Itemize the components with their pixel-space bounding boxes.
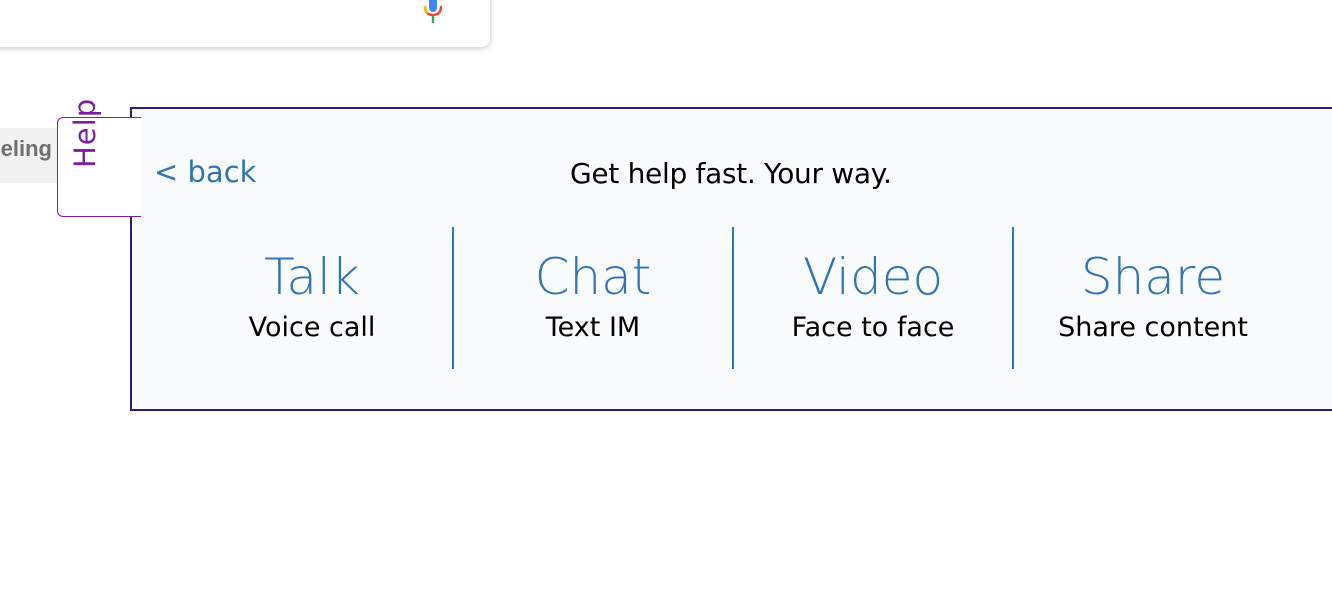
back-link[interactable]: < back — [154, 155, 256, 189]
option-subtitle: Voice call — [248, 312, 376, 343]
option-subtitle: Text IM — [545, 312, 641, 343]
option-talk[interactable]: Talk Voice call — [172, 227, 452, 369]
option-title: Talk — [264, 248, 360, 306]
help-panel: < back Get help fast. Your way. Talk Voi… — [130, 107, 1332, 411]
option-title: Share — [1080, 248, 1226, 306]
option-title: Chat — [534, 248, 652, 306]
partial-button[interactable]: eling — [0, 128, 60, 183]
option-subtitle: Share content — [1058, 312, 1248, 343]
panel-title: Get help fast. Your way. — [570, 157, 892, 190]
contact-options: Talk Voice call Chat Text IM Video Face … — [172, 227, 1292, 369]
option-video[interactable]: Video Face to face — [732, 227, 1012, 369]
help-tab-label: Help — [68, 97, 102, 168]
option-chat[interactable]: Chat Text IM — [452, 227, 732, 369]
option-subtitle: Face to face — [791, 312, 955, 343]
option-share[interactable]: Share Share content — [1012, 227, 1292, 369]
option-title: Video — [802, 248, 944, 306]
search-box[interactable] — [0, 0, 490, 47]
microphone-icon[interactable] — [418, 0, 448, 26]
help-tab[interactable]: Help — [57, 98, 141, 217]
partial-button-label: eling — [0, 136, 52, 161]
